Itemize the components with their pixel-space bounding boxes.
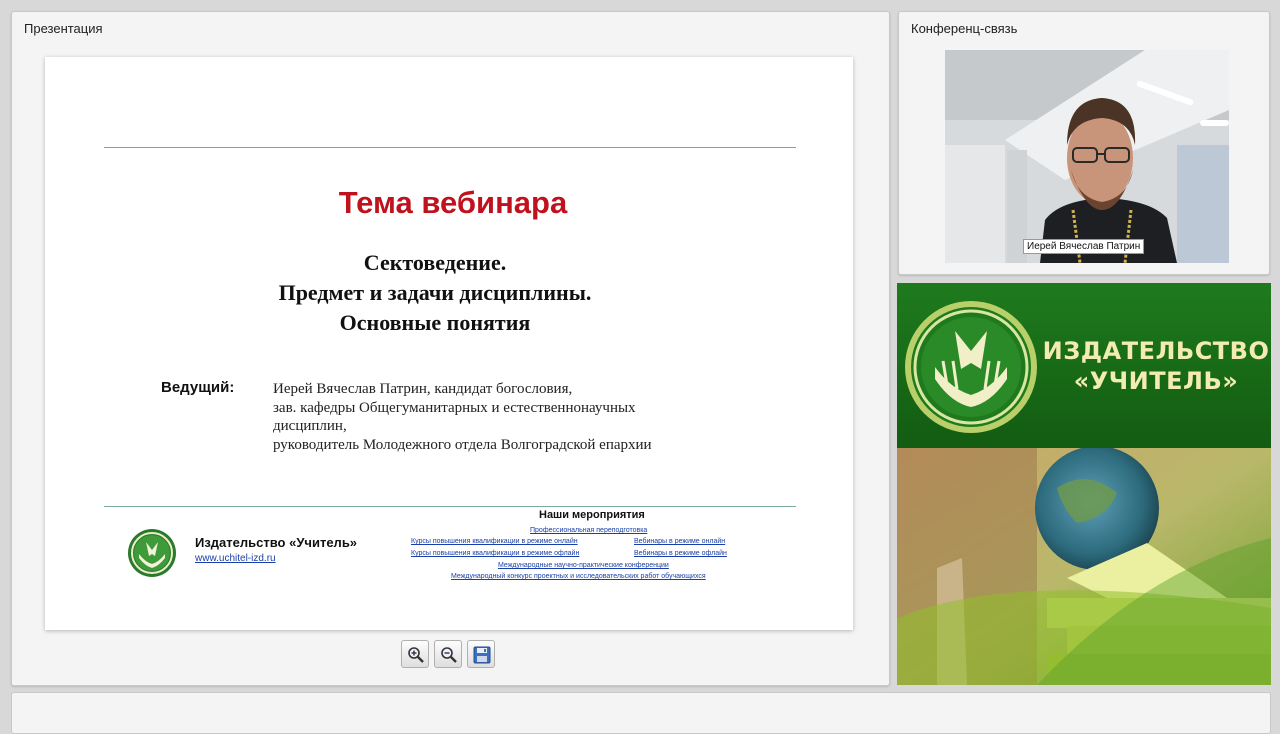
- events-title: Наши мероприятия: [539, 509, 645, 521]
- event-link[interactable]: Вебинары в режиме онлайн: [634, 538, 725, 545]
- host-info-line: дисциплин,: [273, 418, 347, 434]
- event-link[interactable]: Профессиональная переподготовка: [530, 527, 647, 534]
- presentation-slide: Тема вебинара Сектоведение. Предмет и за…: [45, 57, 853, 630]
- publisher-banner: ИЗДАТЕЛЬСТВО «УЧИТЕЛЬ»: [897, 283, 1271, 685]
- host-info-line: Иерей Вячеслав Патрин, кандидат богослов…: [273, 381, 573, 397]
- books-globe-illustration: [897, 448, 1271, 685]
- conference-panel: Конференц-связь Иерей Вячеслав Патрин: [898, 11, 1270, 275]
- conference-panel-title: Конференц-связь: [911, 21, 1018, 36]
- slide-bottom-divider: [104, 506, 796, 507]
- event-link[interactable]: Курсы повышения квалификации в режиме оф…: [411, 550, 579, 557]
- host-info-line: руководитель Молодежного отдела Волгогра…: [273, 437, 652, 453]
- speaker-video-frame: [945, 50, 1229, 263]
- zoom-out-icon: [441, 647, 457, 663]
- event-link[interactable]: Международные научно-практические конфер…: [498, 562, 669, 569]
- host-info-line: зав. кафедры Общегуманитарных и естестве…: [273, 400, 636, 416]
- event-link[interactable]: Международный конкурс проектных и исслед…: [451, 573, 706, 580]
- speaker-video[interactable]: Иерей Вячеслав Патрин: [945, 50, 1229, 263]
- floppy-disk-icon: [473, 646, 491, 664]
- zoom-in-icon: [408, 647, 424, 663]
- slide-subtitle-line: Основные понятия: [339, 310, 531, 335]
- slide-heading: Тема вебинара: [338, 185, 568, 220]
- publisher-name: Издательство «Учитель»: [195, 535, 358, 550]
- bottom-panel: [11, 692, 1271, 734]
- event-link[interactable]: Вебинары в режиме офлайн: [634, 550, 727, 557]
- speaker-name-tag: Иерей Вячеслав Патрин: [1023, 239, 1145, 254]
- banner-brand-line1: ИЗДАТЕЛЬСТВО: [1042, 337, 1270, 365]
- publisher-url-link[interactable]: www.uchitel-izd.ru: [195, 553, 276, 564]
- presentation-panel: Презентация Тема вебинара Сектоведение. …: [11, 11, 890, 686]
- slide-top-divider: [104, 147, 796, 148]
- banner-brand-line2: «УЧИТЕЛЬ»: [1073, 367, 1239, 395]
- banner-header: ИЗДАТЕЛЬСТВО «УЧИТЕЛЬ»: [897, 283, 1271, 448]
- save-button[interactable]: [467, 640, 495, 668]
- publisher-logo-icon: [128, 529, 176, 577]
- slide-subtitle-line: Предмет и задачи дисциплины.: [278, 280, 592, 305]
- slide-subtitle-line: Сектоведение.: [363, 250, 507, 275]
- presentation-panel-title: Презентация: [24, 21, 103, 36]
- zoom-in-button[interactable]: [401, 640, 429, 668]
- event-link[interactable]: Курсы повышения квалификации в режиме он…: [411, 538, 578, 545]
- zoom-out-button[interactable]: [434, 640, 462, 668]
- publisher-logo-icon: [905, 301, 1037, 433]
- host-label: Ведущий:: [161, 379, 235, 396]
